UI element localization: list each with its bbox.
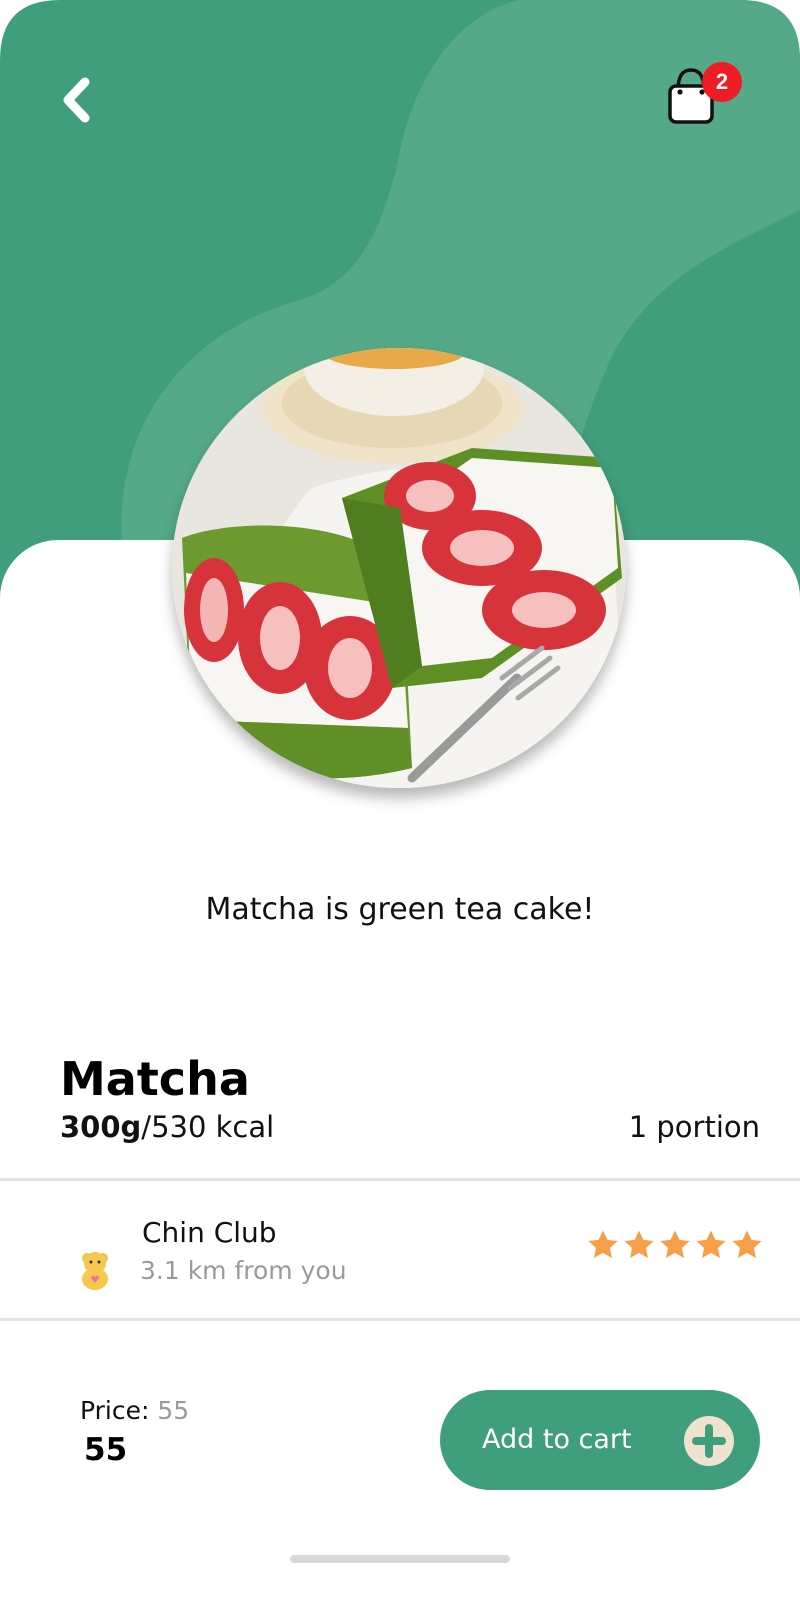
divider-top xyxy=(0,1178,800,1181)
rating-stars xyxy=(586,1228,764,1262)
product-detail-screen: 2 Matcha is green tea cake! Matcha 300g/… xyxy=(0,0,800,1600)
add-to-cart-label: Add to cart xyxy=(482,1424,632,1455)
store-distance: 3.1 km from you xyxy=(140,1256,347,1285)
product-calories: /530 kcal xyxy=(141,1110,275,1144)
cart-button[interactable]: 2 xyxy=(662,60,742,132)
add-to-cart-button[interactable]: Add to cart xyxy=(440,1390,760,1490)
bear-icon xyxy=(82,1252,108,1290)
plus-circle-icon xyxy=(684,1416,734,1466)
matcha-strawberry-sandwich-image xyxy=(172,348,626,788)
current-price: 55 xyxy=(84,1432,128,1468)
star-icon xyxy=(732,1230,762,1259)
price-label: Price: xyxy=(80,1396,158,1425)
home-indicator[interactable] xyxy=(290,1555,510,1563)
old-price: 55 xyxy=(157,1396,190,1425)
divider-bottom xyxy=(0,1318,800,1321)
cart-count-badge: 2 xyxy=(702,62,742,102)
product-tagline: Matcha is green tea cake! xyxy=(205,892,595,927)
product-weight: 300g xyxy=(60,1110,142,1144)
star-icon xyxy=(588,1230,618,1259)
product-image xyxy=(172,348,626,788)
back-button[interactable] xyxy=(52,76,100,124)
price-label-line: Price: 55 xyxy=(80,1396,189,1425)
star-icon xyxy=(624,1230,654,1259)
chevron-left-icon xyxy=(63,77,90,123)
store-name[interactable]: Chin Club xyxy=(142,1216,277,1249)
product-name: Matcha xyxy=(60,1052,250,1106)
portion-size: 1 portion xyxy=(628,1110,760,1144)
star-icon xyxy=(696,1230,726,1259)
nutrition-info: 300g/530 kcal xyxy=(60,1110,274,1144)
star-icon xyxy=(660,1230,690,1259)
